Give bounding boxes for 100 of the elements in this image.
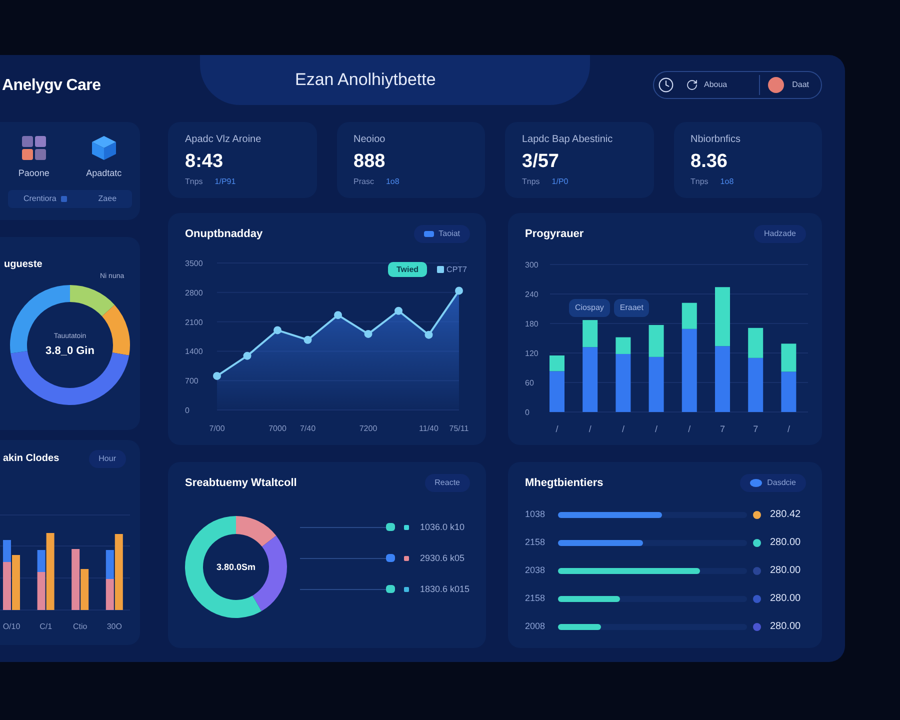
- bar-segment: [715, 287, 730, 346]
- filter-pill[interactable]: Taoiat: [414, 225, 470, 243]
- stat-caption: Prasc: [354, 177, 374, 187]
- axis-label: 75/11: [449, 424, 469, 433]
- filter-pill[interactable]: Hour: [88, 450, 126, 468]
- row-label: 2158: [525, 593, 546, 604]
- stat-caption: Tnps: [185, 177, 203, 187]
- avatar-icon: [768, 77, 784, 93]
- strip-button[interactable]: Zaee: [93, 192, 122, 206]
- row-value: 280.42: [770, 508, 801, 520]
- panel-title: Sreabtuemy Wtaltcoll: [185, 476, 297, 490]
- axis-label: /: [556, 424, 558, 434]
- axis-label: 2100: [185, 318, 203, 327]
- stat-change: 1/P0: [552, 177, 568, 187]
- cube-icon: [92, 136, 116, 160]
- stat-label: Nbiorbnfics: [690, 133, 742, 146]
- axis-label: 7/40: [300, 424, 316, 433]
- status-badge: Twied: [388, 262, 427, 277]
- panel-title: Mhegtbientiers: [525, 476, 604, 490]
- about-link[interactable]: Aboua: [686, 79, 728, 91]
- stat-value: 3/57: [522, 151, 560, 173]
- brand-title: Anelygv Care: [2, 76, 101, 96]
- bar-segment: [715, 346, 730, 412]
- filter-pill[interactable]: Hadzade: [754, 225, 806, 243]
- axis-label: 60: [525, 378, 534, 388]
- panel-title: Progyrauer: [525, 227, 584, 241]
- data-point: [274, 326, 282, 334]
- axis-label: /: [622, 424, 624, 434]
- clock-icon[interactable]: [658, 77, 674, 93]
- axis-label: 0: [185, 406, 190, 415]
- swatch-icon: [424, 231, 434, 237]
- axis-label: 7/00: [209, 424, 225, 433]
- axis-label: 120: [525, 349, 538, 358]
- bar-segment: [781, 372, 796, 412]
- axis-label: 2800: [185, 288, 203, 298]
- refresh-icon: [686, 79, 698, 91]
- row-label: 2038: [525, 565, 546, 576]
- stat-label: Lapdc Bap Abestinic: [522, 133, 614, 146]
- legend-label: 1036.0 k10: [420, 522, 465, 532]
- axis-label: 7200: [359, 424, 378, 433]
- row-value: 280.00: [770, 592, 801, 604]
- data-point: [304, 336, 312, 344]
- user-menu[interactable]: Daat: [768, 77, 809, 93]
- stat-value: 8:43: [185, 151, 224, 173]
- shortcut-button[interactable]: Apadtatc: [86, 136, 122, 179]
- filter-pill[interactable]: Reacte: [424, 474, 470, 492]
- row-value: 280.00: [770, 620, 801, 632]
- axis-label: 180: [525, 320, 538, 328]
- axis-label: 1400: [185, 347, 203, 356]
- axis-label: 7: [720, 424, 725, 434]
- row-value: 280.00: [770, 536, 801, 548]
- legend-label: 2930.6 k05: [420, 552, 465, 564]
- stat-caption: Tnps: [690, 177, 708, 187]
- filter-pill[interactable]: Dasdcie: [740, 474, 806, 492]
- data-point: [213, 372, 221, 380]
- axis-label: 7: [753, 424, 758, 434]
- bar-segment: [781, 344, 796, 372]
- axis-label: 11/40: [419, 424, 438, 433]
- stat-label: Apadc Vlz Aroine: [185, 133, 262, 146]
- card-title: akin Clodes: [3, 453, 60, 465]
- row-value: 280.00: [770, 564, 801, 576]
- row-label: 2158: [525, 537, 546, 548]
- shortcut-button[interactable]: Paoone: [18, 136, 50, 179]
- dot-icon: [750, 479, 762, 487]
- dashboard-title: Ezan Anolhiytbette: [295, 69, 436, 92]
- axis-label: 3500: [185, 259, 203, 268]
- axis-label: C/1: [40, 622, 52, 631]
- axis-label: 0: [525, 408, 530, 417]
- axis-label: O/10: [2, 622, 20, 631]
- donut-center-value: 3.80.0Sm: [216, 562, 256, 572]
- stat-value: 888: [354, 151, 386, 173]
- stat-value: 8.36: [690, 151, 728, 173]
- data-point: [364, 330, 372, 338]
- data-point: [394, 306, 402, 315]
- legend-label: 1830.6 k015: [420, 584, 470, 594]
- stat-change: 1o8: [720, 177, 734, 187]
- axis-label: 240: [525, 290, 538, 299]
- stat-change: 1o8: [386, 177, 400, 187]
- row-label: 1038: [525, 509, 546, 520]
- legend-label: CPT7: [446, 264, 467, 274]
- axis-label: /: [688, 424, 691, 434]
- label-chip: Ciospay: [569, 299, 610, 317]
- label-chip: Eraaet: [614, 299, 650, 317]
- data-point: [243, 352, 252, 360]
- data-point: [455, 286, 463, 295]
- axis-label: 700: [185, 376, 198, 386]
- axis-label: 7000: [268, 424, 286, 433]
- data-point: [424, 330, 433, 339]
- data-point: [334, 311, 342, 320]
- row-label: 2008: [525, 621, 546, 632]
- axis-label: /: [588, 424, 592, 434]
- strip-button[interactable]: Crentiora: [18, 192, 72, 206]
- donut-center-value: 3.8_0 Gin: [46, 344, 94, 358]
- stat-caption: Tnps: [522, 177, 540, 187]
- axis-label: /: [655, 424, 658, 434]
- axis-label: /: [787, 424, 790, 434]
- stat-label: Neoioo: [354, 133, 386, 146]
- square-icon: [61, 196, 68, 202]
- axis-label: 30O: [106, 622, 122, 631]
- blocks-icon: [22, 136, 46, 160]
